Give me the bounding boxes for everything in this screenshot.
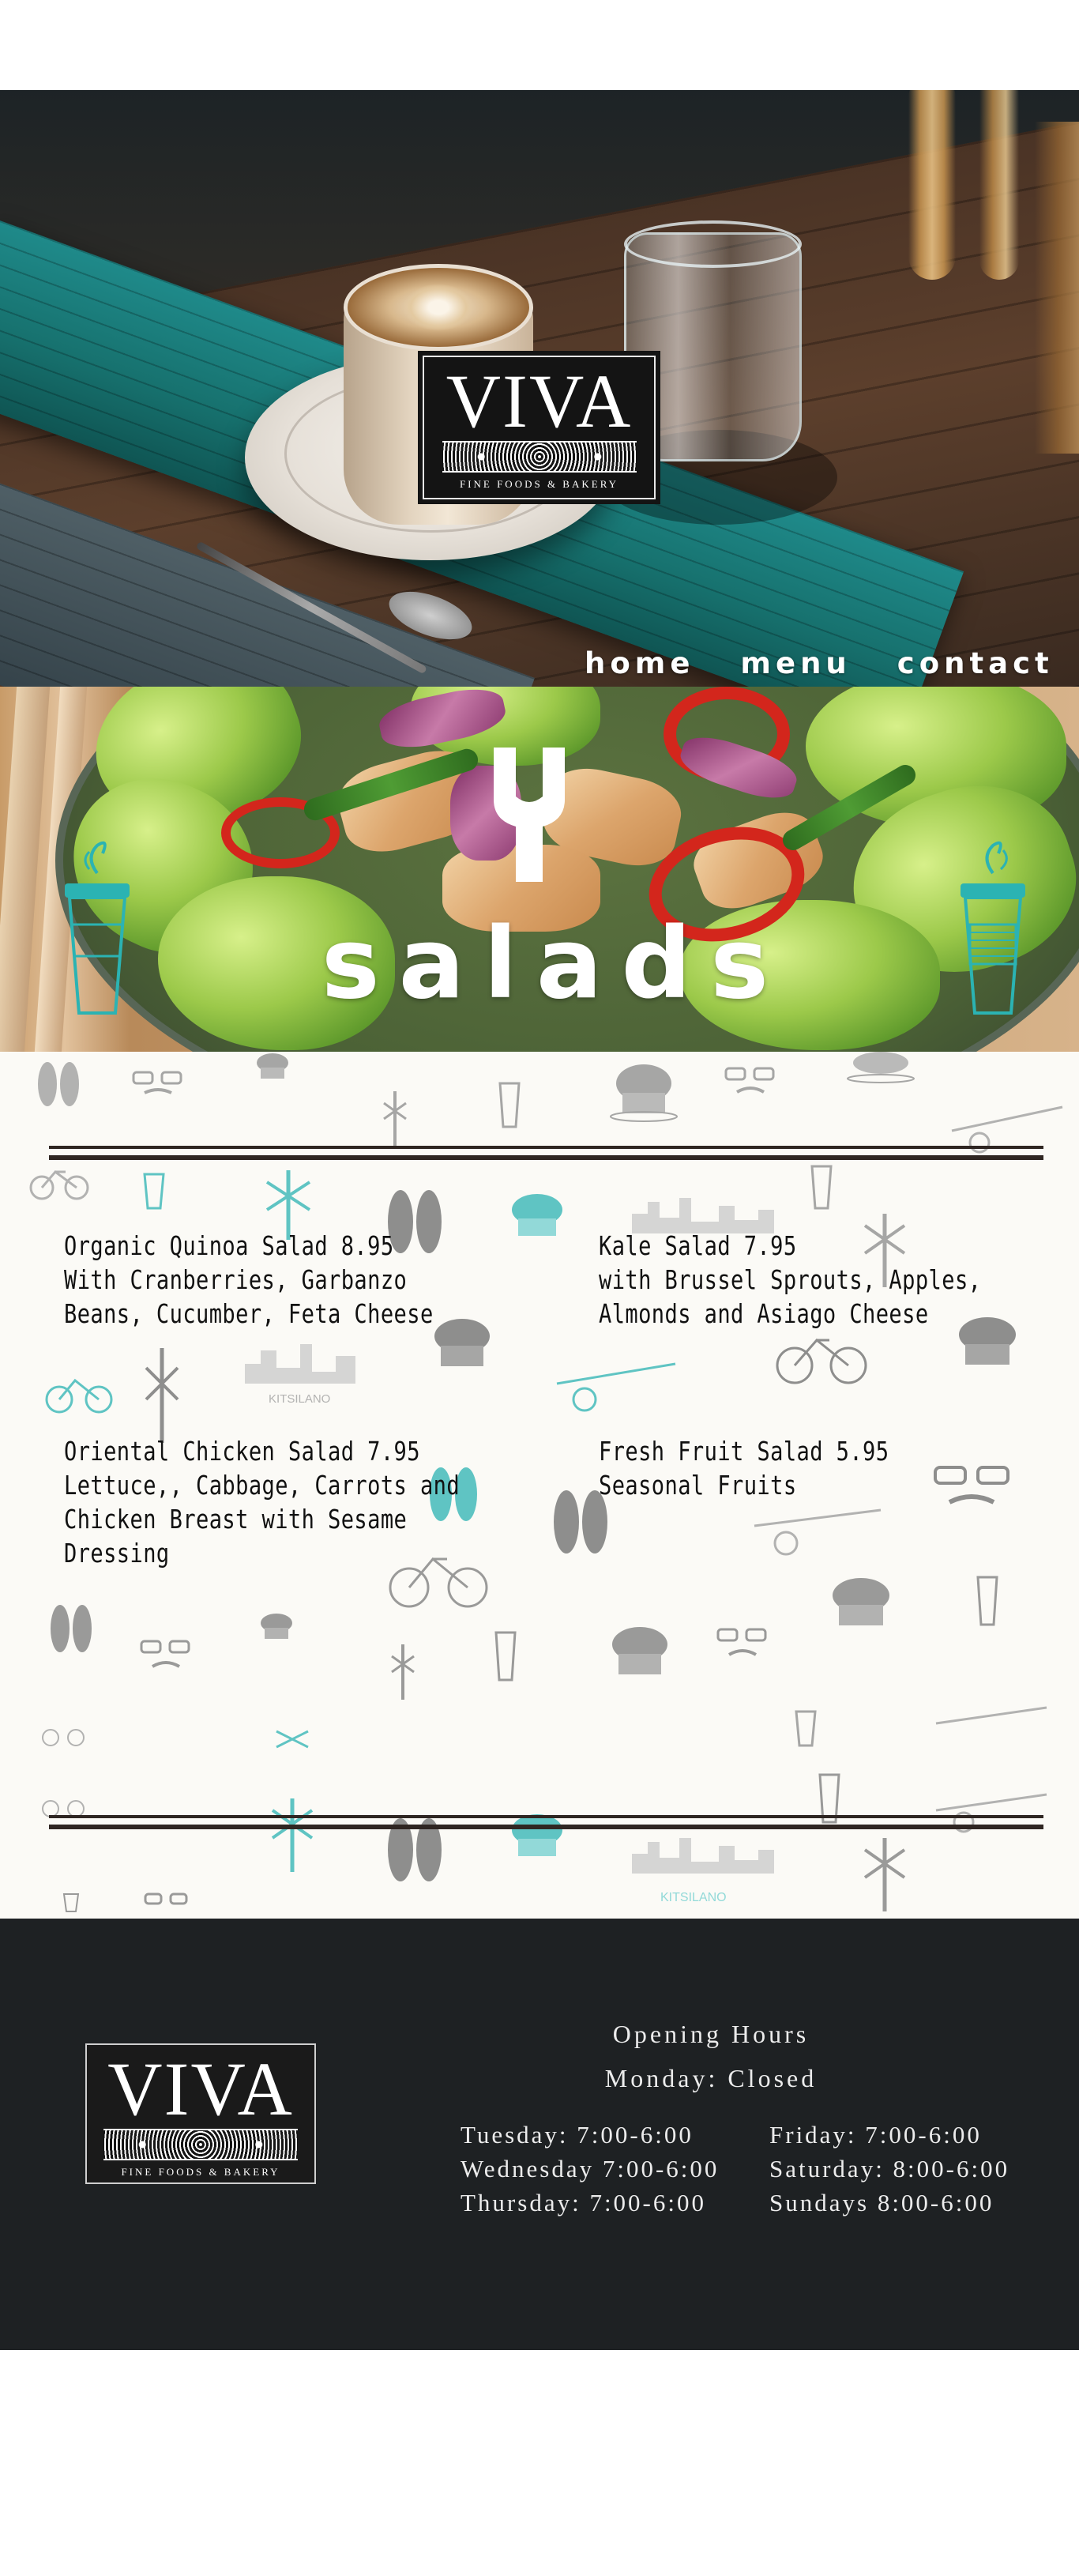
windmill-icon [391,1644,415,1700]
muffin-icon [257,1053,288,1079]
menu-divider-top [49,1146,1043,1160]
coffee-cup-icon [961,841,1025,1015]
pattern-label: KITSILANO [269,1392,330,1406]
coffee-cup-icon [65,841,130,1015]
coffee-cup-icon [498,1082,521,1128]
menu-item: Oriental Chicken Salad 7.95 Lettuce,, Ca… [64,1434,461,1570]
flip-flops-icon [38,1062,79,1106]
muffin-icon [610,1064,678,1122]
bicycle-icon [42,1729,85,1746]
menu-item-description: Almonds and Asiago Cheese [599,1298,929,1329]
nav-menu-link[interactable]: menu [740,646,851,681]
opening-hours-entry: Saturday: 8:00-6:00 [769,2155,1010,2182]
muffin-icon [833,1578,889,1625]
sunglasses-icon [716,1628,767,1656]
brand-name: VIVA [107,2047,294,2131]
bicycle-icon [29,1169,89,1200]
windmill-icon [145,1348,179,1443]
coffee-cup-icon [494,1631,517,1682]
opening-hours-entry: Friday: 7:00-6:00 [769,2121,982,2149]
menu-item: Kale Salad 7.95 with Brussel Sprouts, Ap… [599,1229,982,1331]
sunglasses-icon [724,1067,775,1094]
coffee-cup-icon [795,1710,817,1747]
footer-brand-logo[interactable]: VIVA FINE FOODS & BAKERY [85,2043,316,2184]
flip-flops-icon [51,1605,92,1652]
nav-contact-link[interactable]: contact [897,646,1054,681]
windmill-icon [271,1798,314,1872]
volleyball-net-icon [754,1508,882,1556]
main-nav: home menu contact [585,646,1054,681]
water-glass-rim [624,220,802,268]
sunglasses-icon [140,1640,190,1668]
brand-tagline: FINE FOODS & BAKERY [121,2166,280,2178]
windmill-icon [383,1091,407,1147]
menu-item-title: Kale Salad 7.95 [599,1230,797,1261]
menu-item-description: With Cranberries, Garbanzo [64,1264,408,1295]
windmill-icon [863,1838,906,1911]
opening-hours-entry: Sundays 8:00-6:00 [769,2189,994,2216]
coffee-cup-icon [143,1173,165,1210]
volleyball-net-icon [935,1706,1047,1725]
bicycle-icon [776,1338,867,1384]
coffee-cup-icon [62,1893,80,1912]
menu-item: Fresh Fruit Salad 5.95 Seasonal Fruits [599,1434,961,1502]
bicycle-icon [45,1378,113,1414]
opening-hours-list-right: Friday: 7:00-6:00 Saturday: 8:00-6:00 Su… [769,2118,1009,2220]
menu-item-title: Organic Quinoa Salad 8.95 [64,1230,394,1261]
muffin-icon [612,1627,667,1674]
opening-hours-title: Opening Hours [612,2020,810,2048]
salad-fork-icon [494,748,565,882]
windmill-icon [276,1730,309,1749]
background-light [979,90,1019,280]
muffin-icon [847,1052,915,1083]
muffin-icon [434,1319,490,1366]
background-light [908,90,956,280]
latte-art [403,284,474,331]
opening-hours-entry: Thursday: 7:00-6:00 [461,2189,706,2216]
city-skyline-icon: KITSILANO [632,1838,774,1904]
menu-item-description: Dressing [64,1538,170,1569]
brand-logo[interactable]: VIVA FINE FOODS & BAKERY [418,351,660,504]
nav-home-link[interactable]: home [585,646,694,681]
menu-item-description: Lettuce,, Cabbage, Carrots and [64,1470,461,1501]
opening-hours-entry: Tuesday: 7:00-6:00 [461,2121,694,2149]
opening-hours-list-left: Tuesday: 7:00-6:00 Wednesday 7:00-6:00 T… [461,2118,719,2220]
muffin-icon [261,1614,292,1639]
menu-divider-bottom [49,1815,1043,1829]
footer: VIVA FINE FOODS & BAKERY Opening Hours M… [0,1919,1079,2350]
menu-section: KITSILANO KITSILANO Organic Quinoa Salad… [0,1052,1079,1919]
sunglasses-icon [132,1071,182,1094]
menu-item-description: with Brussel Sprouts, Apples, [599,1264,982,1295]
logo-ornament [442,441,637,473]
banner-title: salads [321,907,788,1021]
opening-hours-entry: Wednesday 7:00-6:00 [461,2155,720,2182]
muffin-icon [512,1194,562,1236]
pattern-label: KITSILANO [660,1891,727,1904]
coffee-cup-icon [976,1576,998,1626]
volleyball-net-icon [556,1362,676,1412]
brand-tagline: FINE FOODS & BAKERY [459,478,619,490]
background-light [1035,122,1079,454]
city-skyline-icon: KITSILANO [245,1344,355,1406]
opening-hours-closed-day: Monday: Closed [604,2064,818,2092]
menu-item-description: Chicken Breast with Sesame [64,1504,408,1535]
brand-name: VIVA [446,359,633,443]
menu-item: Organic Quinoa Salad 8.95 With Cranberri… [64,1229,434,1331]
menu-item-title: Oriental Chicken Salad 7.95 [64,1436,420,1467]
sunglasses-icon [144,1892,188,1905]
coffee-cup-icon [810,1165,833,1210]
menu-item-description: Seasonal Fruits [599,1470,797,1501]
bicycle-icon [42,1800,85,1817]
menu-item-title: Fresh Fruit Salad 5.95 [599,1436,889,1467]
logo-ornament [103,2129,298,2160]
menu-item-description: Beans, Cucumber, Feta Cheese [64,1298,434,1329]
